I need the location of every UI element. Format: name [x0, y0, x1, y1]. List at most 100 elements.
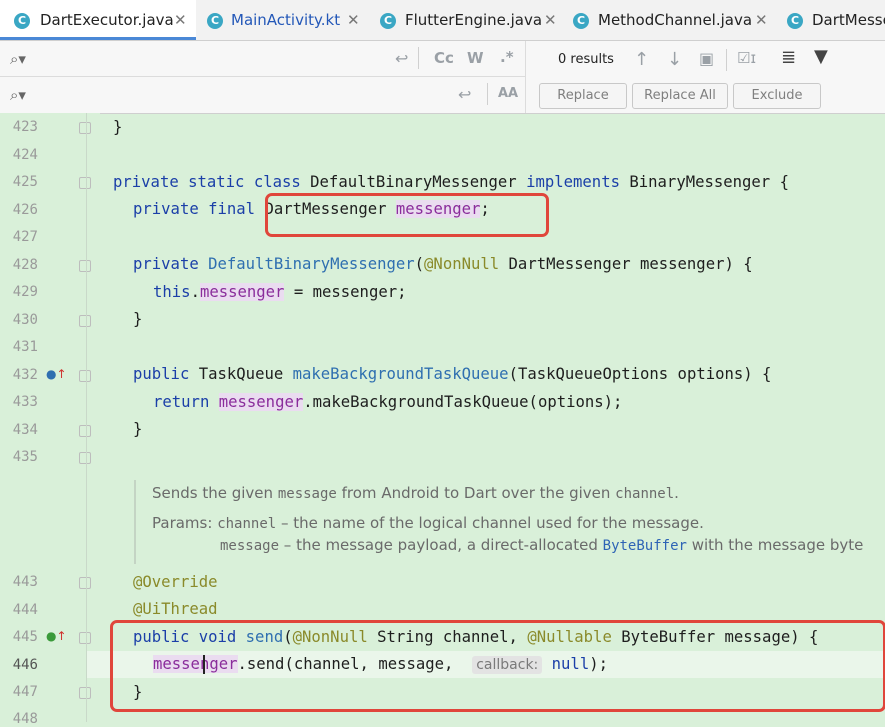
code-line-444: @UiThread — [133, 600, 218, 618]
line-number: 432 — [12, 367, 38, 383]
constructor-name: DefaultBinaryMessenger — [208, 255, 415, 273]
editor-tab-bar: C DartExecutor.java ✕ C MainActivity.kt … — [0, 0, 885, 41]
keyword: public — [133, 365, 190, 383]
highlight-box-send-method — [110, 620, 885, 712]
fold-marker-icon[interactable] — [79, 452, 91, 464]
match-case-toggle[interactable]: Cc — [434, 49, 454, 67]
code-token: = messenger; — [293, 283, 407, 301]
keyword: this — [153, 283, 191, 301]
new-line-icon[interactable]: ↩ — [458, 85, 471, 104]
doc-code: channel — [615, 486, 675, 502]
gutter-divider — [86, 113, 87, 722]
whole-words-toggle[interactable]: W — [467, 49, 484, 67]
tab-label: DartExecutor.java — [40, 11, 174, 29]
preserve-case-toggle[interactable]: AA — [498, 86, 518, 101]
replace-all-button[interactable]: Replace All — [632, 83, 728, 109]
filter-icon[interactable]: ▼ — [814, 46, 828, 67]
close-tab-icon[interactable]: ✕ — [174, 0, 187, 40]
doc-code: message — [277, 486, 337, 502]
doc-text: from Android to Dart over the given — [341, 484, 611, 502]
line-number: 426 — [12, 202, 38, 218]
close-tab-icon[interactable]: ✕ — [755, 0, 768, 40]
tab-flutterengine[interactable]: C FlutterEngine.java ✕ — [368, 0, 558, 40]
line-number: 443 — [12, 574, 38, 590]
code-line-423: } — [113, 118, 122, 136]
code-token: (TaskQueueOptions options) { — [508, 365, 772, 383]
java-class-icon: C — [14, 13, 30, 29]
field-name: messenger — [218, 393, 304, 411]
code-token: } — [133, 310, 143, 328]
code-line-430: } — [133, 310, 142, 328]
filter-options-icon[interactable]: ☑ɪ — [737, 49, 756, 67]
code-line-429: this.messenger = messenger; — [153, 283, 407, 301]
line-number: 448 — [12, 711, 38, 727]
line-number: 444 — [12, 602, 38, 618]
previous-occurrence-icon[interactable]: ↑ — [634, 49, 649, 70]
search-icon[interactable]: ⌕▾ — [10, 50, 26, 68]
keyword: return — [153, 393, 210, 411]
code-line-434: } — [133, 420, 142, 438]
doc-text: Sends the given — [152, 484, 274, 502]
editor-gutter: 423 424 425 426 427 428 429 430 431 432 … — [0, 113, 100, 727]
code-line-433: return messenger.makeBackgroundTaskQueue… — [153, 393, 622, 411]
line-number: 423 — [12, 119, 38, 135]
line-number: 435 — [12, 449, 38, 465]
line-number: 430 — [12, 312, 38, 328]
next-occurrence-icon[interactable]: ↓ — [667, 49, 682, 70]
results-count: 0 results — [558, 52, 614, 67]
fold-marker-icon[interactable] — [79, 370, 91, 382]
fold-marker-icon[interactable] — [79, 577, 91, 589]
doc-code: message — [220, 538, 280, 554]
tab-label: MethodChannel.java — [598, 11, 753, 29]
doc-param-message: message – the message payload, a direct-… — [220, 536, 863, 554]
search-input[interactable] — [40, 47, 384, 69]
fold-marker-icon[interactable] — [79, 687, 91, 699]
line-number: 429 — [12, 284, 38, 300]
code-token: DartMessenger messenger) { — [508, 255, 753, 273]
replace-row: ⌕▾ ↩ AA — [0, 77, 526, 112]
doc-text: . — [674, 484, 679, 502]
regex-toggle[interactable]: .* — [500, 48, 514, 66]
close-tab-icon[interactable]: ✕ — [544, 0, 557, 40]
code-token: .makeBackgroundTaskQueue(options); — [303, 393, 623, 411]
replace-button[interactable]: Replace — [539, 83, 627, 109]
fold-marker-icon[interactable] — [79, 177, 91, 189]
select-all-occurrences-icon[interactable]: ▣ — [699, 49, 714, 68]
tab-dartmessenger[interactable]: C DartMesse — [775, 0, 885, 40]
replace-search-icon[interactable]: ⌕▾ — [10, 86, 26, 104]
bytebuffer-link[interactable]: ByteBuffer — [603, 538, 687, 554]
keyword: private final — [133, 200, 256, 218]
fold-marker-icon[interactable] — [79, 315, 91, 327]
line-number: 434 — [12, 422, 38, 438]
fold-marker-icon[interactable] — [79, 122, 91, 134]
tab-mainactivity[interactable]: C MainActivity.kt ✕ — [197, 0, 367, 40]
fold-marker-icon[interactable] — [79, 260, 91, 272]
fold-marker-icon[interactable] — [79, 632, 91, 644]
new-line-icon[interactable]: ↩ — [395, 49, 408, 68]
fold-marker-icon[interactable] — [79, 425, 91, 437]
exclude-button[interactable]: Exclude — [733, 83, 821, 109]
java-class-icon: C — [787, 13, 803, 29]
code-line-432: public TaskQueue makeBackgroundTaskQueue… — [133, 365, 771, 383]
method-name: makeBackgroundTaskQueue — [292, 365, 509, 383]
tab-methodchannel[interactable]: C MethodChannel.java ✕ — [559, 0, 774, 40]
close-tab-icon[interactable]: ✕ — [347, 0, 360, 40]
tab-label: MainActivity.kt — [231, 11, 341, 29]
annotation: @UiThread — [133, 600, 218, 618]
doc-param-channel: Params: channel – the name of the logica… — [152, 514, 704, 532]
rendered-javadoc: Sends the given message from Android to … — [134, 480, 885, 564]
divider — [487, 83, 488, 105]
java-class-icon: C — [573, 13, 589, 29]
override-method-icon[interactable]: ●↑ — [46, 629, 67, 643]
multiline-icon[interactable]: ≣ — [781, 47, 796, 68]
code-token: } — [133, 420, 143, 438]
field-name: messenger — [199, 283, 285, 301]
replace-input[interactable] — [40, 83, 384, 105]
code-token: } — [113, 118, 123, 136]
code-token: ( — [414, 255, 425, 273]
find-replace-bar: ⌕▾ ↩ Cc W .* ⌕▾ ↩ AA 0 results ↑ ↓ ▣ ☑ɪ … — [0, 41, 885, 114]
implementing-method-icon[interactable]: ●↑ — [46, 367, 67, 381]
tab-dartexecutor[interactable]: C DartExecutor.java ✕ — [0, 0, 196, 40]
doc-text: – the name of the logical channel used f… — [280, 514, 704, 532]
line-number: 447 — [12, 684, 38, 700]
